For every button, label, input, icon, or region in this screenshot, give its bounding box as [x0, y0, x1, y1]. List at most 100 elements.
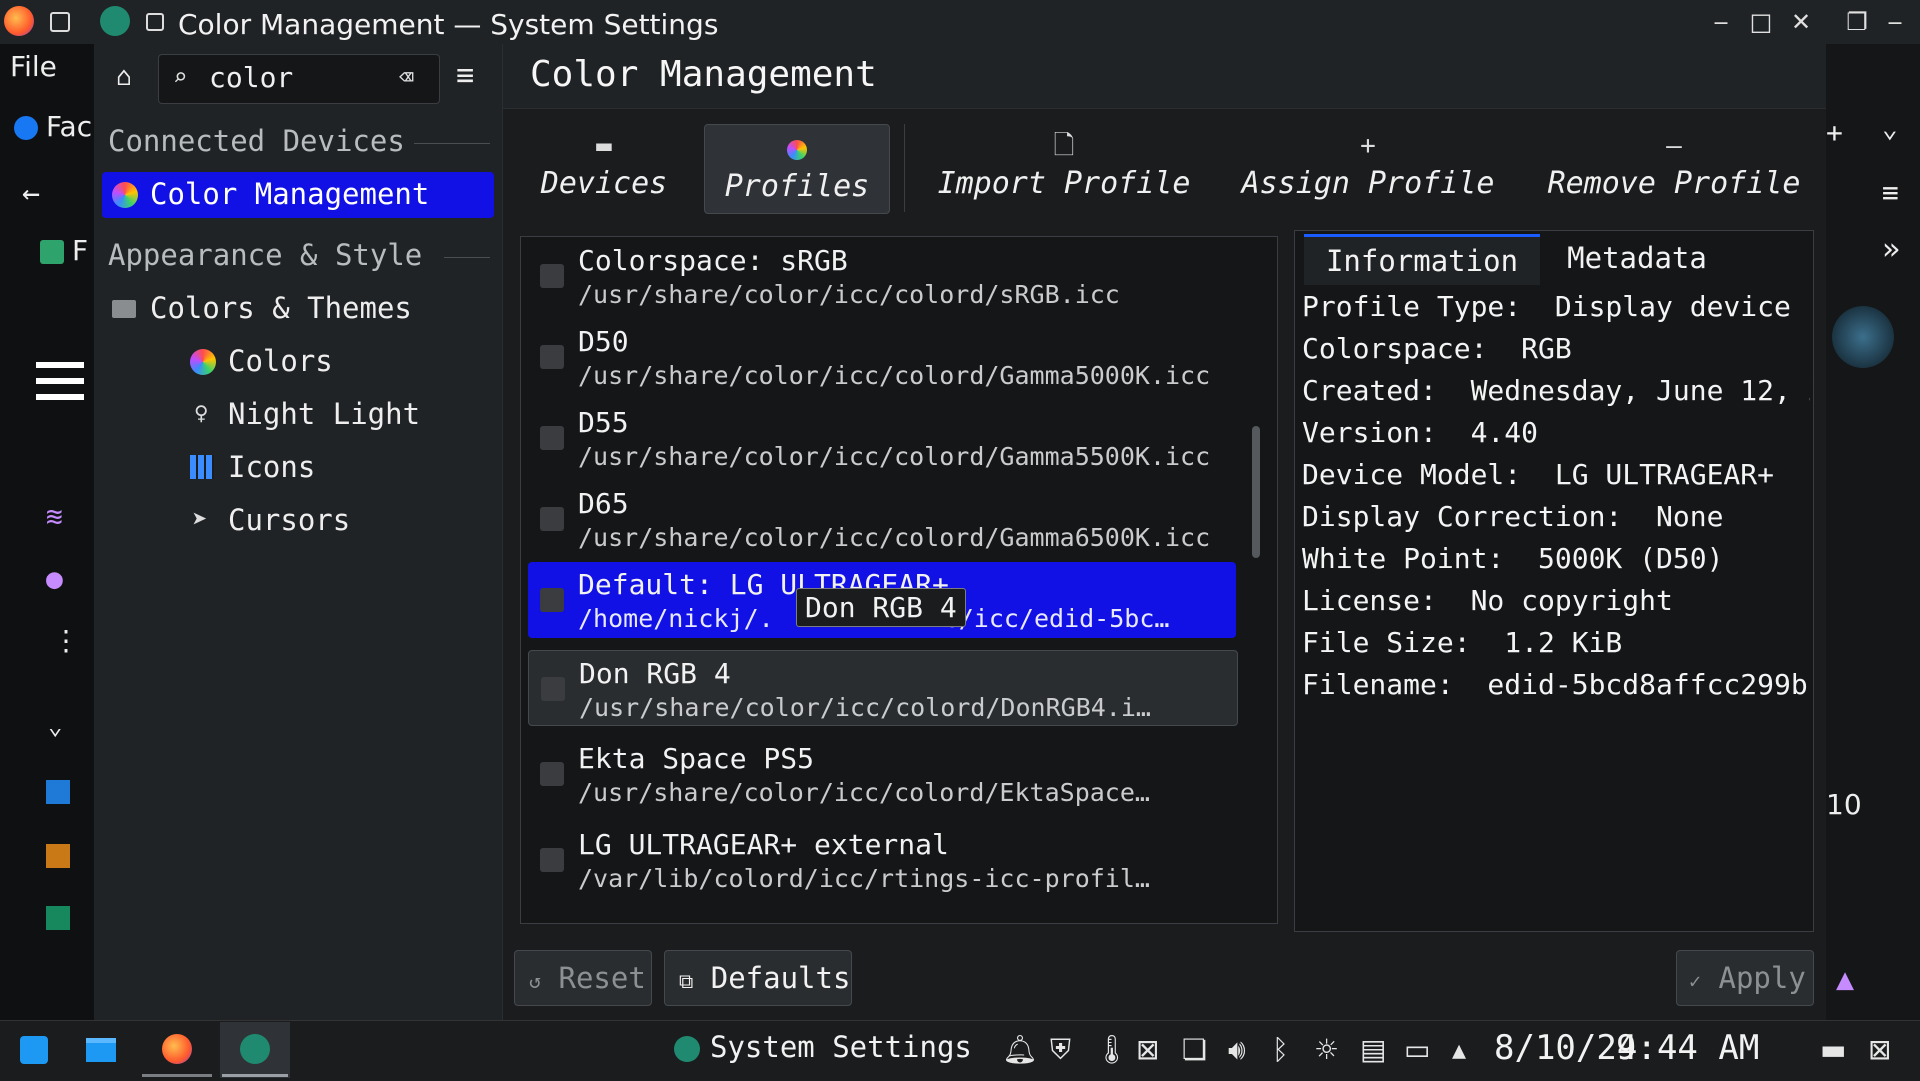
- tab-information[interactable]: Information: [1304, 234, 1540, 285]
- sidebar-menu-icon[interactable]: ≡: [456, 58, 474, 93]
- maximize-button[interactable]: □: [1746, 8, 1776, 36]
- list-item[interactable]: D55 /usr/share/color/icc/colord/Gamma550…: [528, 400, 1236, 478]
- checkbox[interactable]: [540, 848, 564, 872]
- close-button[interactable]: ✕: [1786, 8, 1816, 36]
- apply-button[interactable]: ✓ Apply: [1676, 950, 1814, 1006]
- avatar[interactable]: [1832, 306, 1894, 368]
- active-task-indicator: [142, 1074, 212, 1077]
- brightness-icon[interactable]: ☼: [1314, 1033, 1339, 1066]
- title-bar: Color Management — System Settings ‒ □ ✕…: [0, 0, 1920, 45]
- import-profile-label: Import Profile: [937, 166, 1191, 201]
- list-item[interactable]: D65 /usr/share/color/icc/colord/Gamma650…: [528, 481, 1236, 559]
- new-tab-icon[interactable]: +: [1826, 116, 1843, 149]
- checkbox[interactable]: [540, 426, 564, 450]
- list-item[interactable]: Ekta Space PS5 /usr/share/color/icc/colo…: [528, 736, 1236, 814]
- profile-path: /usr/share/color/icc/colord/Gamma5000K.i…: [578, 361, 1211, 390]
- settings-taskbar-icon: [240, 1034, 270, 1064]
- tab-devices[interactable]: ▬ Devices: [532, 122, 676, 210]
- remove-profile-button[interactable]: — Remove Profile: [1546, 122, 1802, 210]
- tab-list-chevron-icon[interactable]: ⌄: [1882, 114, 1898, 144]
- checkbox[interactable]: [541, 677, 565, 701]
- tab-fragment[interactable]: Fac: [46, 110, 92, 143]
- info-colorspace: Colorspace: RGB: [1302, 332, 1572, 365]
- assign-profile-button[interactable]: + Assign Profile: [1240, 122, 1496, 210]
- file-menu[interactable]: File: [10, 50, 57, 83]
- section-connected-devices: Connected Devices: [108, 124, 405, 158]
- defaults-button[interactable]: ⧉ Defaults: [664, 950, 852, 1006]
- list-item-hovered[interactable]: Don RGB 4 /usr/share/color/icc/colord/Do…: [528, 650, 1238, 726]
- tab-metadata[interactable]: Metadata: [1546, 234, 1728, 282]
- restore-icon[interactable]: ❐: [1842, 8, 1872, 36]
- back-arrow-icon[interactable]: ←: [22, 176, 40, 211]
- sidebar-item-icons[interactable]: Icons: [228, 450, 315, 484]
- user-icon[interactable]: ●: [46, 562, 63, 595]
- checkbox[interactable]: [540, 588, 564, 612]
- orange-square-icon: [46, 844, 70, 868]
- battery-icon[interactable]: ▤: [1360, 1033, 1386, 1066]
- layers-icon[interactable]: ≋: [46, 500, 63, 533]
- monitor-icon: ▬: [596, 131, 612, 161]
- minimize-icon[interactable]: ‒: [1880, 8, 1910, 36]
- window-icon[interactable]: [50, 12, 70, 32]
- clear-search-icon[interactable]: ⌫: [399, 63, 413, 91]
- notification-bell-icon[interactable]: ▲: [1836, 962, 1854, 997]
- peek-desktop-icon[interactable]: ▬: [1820, 1033, 1846, 1066]
- checkbox[interactable]: [540, 507, 564, 531]
- profile-path: /usr/share/color/icc/colord/sRGB.icc: [578, 280, 1120, 309]
- sidebar-item-label: Color Management: [150, 177, 430, 211]
- home-icon[interactable]: ⌂: [116, 62, 132, 92]
- background-browser-left: File Fac ← F ≋ ● ⋮ ⌄: [0, 44, 94, 1020]
- box-icon[interactable]: ⊠: [1136, 1033, 1159, 1066]
- list-item[interactable]: LG ULTRAGEAR+ external /var/lib/colord/i…: [528, 822, 1236, 900]
- info-white-point: White Point: 5000K (D50): [1302, 542, 1724, 575]
- sidebar-item-night-light[interactable]: Night Light: [228, 397, 420, 431]
- info-profile-type: Profile Type: Display device: [1302, 290, 1791, 323]
- search-input[interactable]: color: [209, 61, 293, 94]
- task-label[interactable]: System Settings: [710, 1030, 972, 1064]
- minimize-button[interactable]: ‒: [1706, 8, 1736, 36]
- import-profile-button[interactable]: 🗋 Import Profile: [936, 122, 1192, 210]
- list-item[interactable]: Colorspace: sRGB /usr/share/color/icc/co…: [528, 238, 1236, 316]
- notifications-icon[interactable]: 🔔︎: [1002, 1033, 1038, 1066]
- file-manager-icon[interactable]: [86, 1038, 116, 1062]
- bookmark-icon: [40, 240, 64, 264]
- close-desktop-icon[interactable]: ⊠: [1868, 1033, 1891, 1066]
- blue-square-icon: [46, 780, 70, 804]
- profile-path: /usr/share/color/icc/colord/DonRGB4.i…: [579, 693, 1151, 722]
- menu-icon[interactable]: ≡: [1882, 176, 1899, 209]
- list-item[interactable]: D50 /usr/share/color/icc/colord/Gamma500…: [528, 319, 1236, 397]
- profile-name: Don RGB 4: [579, 657, 731, 690]
- sidebar-item-colors[interactable]: Colors: [228, 344, 333, 378]
- bookmark-fragment: F: [72, 234, 89, 267]
- shield-icon[interactable]: ⛨: [1050, 1033, 1071, 1067]
- tab-profiles[interactable]: Profiles: [704, 124, 890, 214]
- info-filename: Filename: edid-5bcd8affcc299bf: [1302, 668, 1810, 701]
- display-icon[interactable]: ▭: [1404, 1033, 1430, 1066]
- list-scrollbar[interactable]: [1252, 426, 1260, 558]
- sidebar-item-colors-themes[interactable]: Colors & Themes: [150, 291, 412, 325]
- firefox-icon[interactable]: [4, 6, 34, 36]
- bluetooth-icon[interactable]: ᛒ: [1272, 1033, 1289, 1066]
- firefox-taskbar-icon[interactable]: [162, 1034, 192, 1064]
- checkbox[interactable]: [540, 264, 564, 288]
- checkbox[interactable]: [540, 345, 564, 369]
- page-title: Color Management: [530, 54, 877, 95]
- keep-above-icon[interactable]: [146, 13, 164, 31]
- clipboard-icon[interactable]: ❏: [1182, 1033, 1207, 1066]
- chevron-down-icon[interactable]: ⌄: [48, 712, 62, 740]
- more-icon[interactable]: ⋮: [52, 624, 80, 657]
- overflow-icon[interactable]: »: [1882, 232, 1900, 267]
- profile-name: D65: [578, 487, 629, 520]
- expand-tray-icon[interactable]: ▴: [1452, 1033, 1466, 1066]
- profile-path: /var/lib/colord/icc/rtings-icc-profil…: [578, 864, 1150, 893]
- thermometer-icon[interactable]: 🌡︎: [1094, 1033, 1130, 1066]
- search-field[interactable]: ⌕ color ⌫: [158, 54, 440, 104]
- time[interactable]: 9:44 AM: [1616, 1028, 1759, 1068]
- volume-icon[interactable]: 🔊︎: [1228, 1033, 1246, 1067]
- reset-button[interactable]: ↺ Reset: [514, 950, 652, 1006]
- profile-name: D55: [578, 406, 629, 439]
- hamburger-menu-icon[interactable]: [36, 362, 84, 400]
- sidebar-item-cursors[interactable]: Cursors: [228, 503, 350, 537]
- app-launcher-icon[interactable]: [20, 1036, 48, 1064]
- checkbox[interactable]: [540, 762, 564, 786]
